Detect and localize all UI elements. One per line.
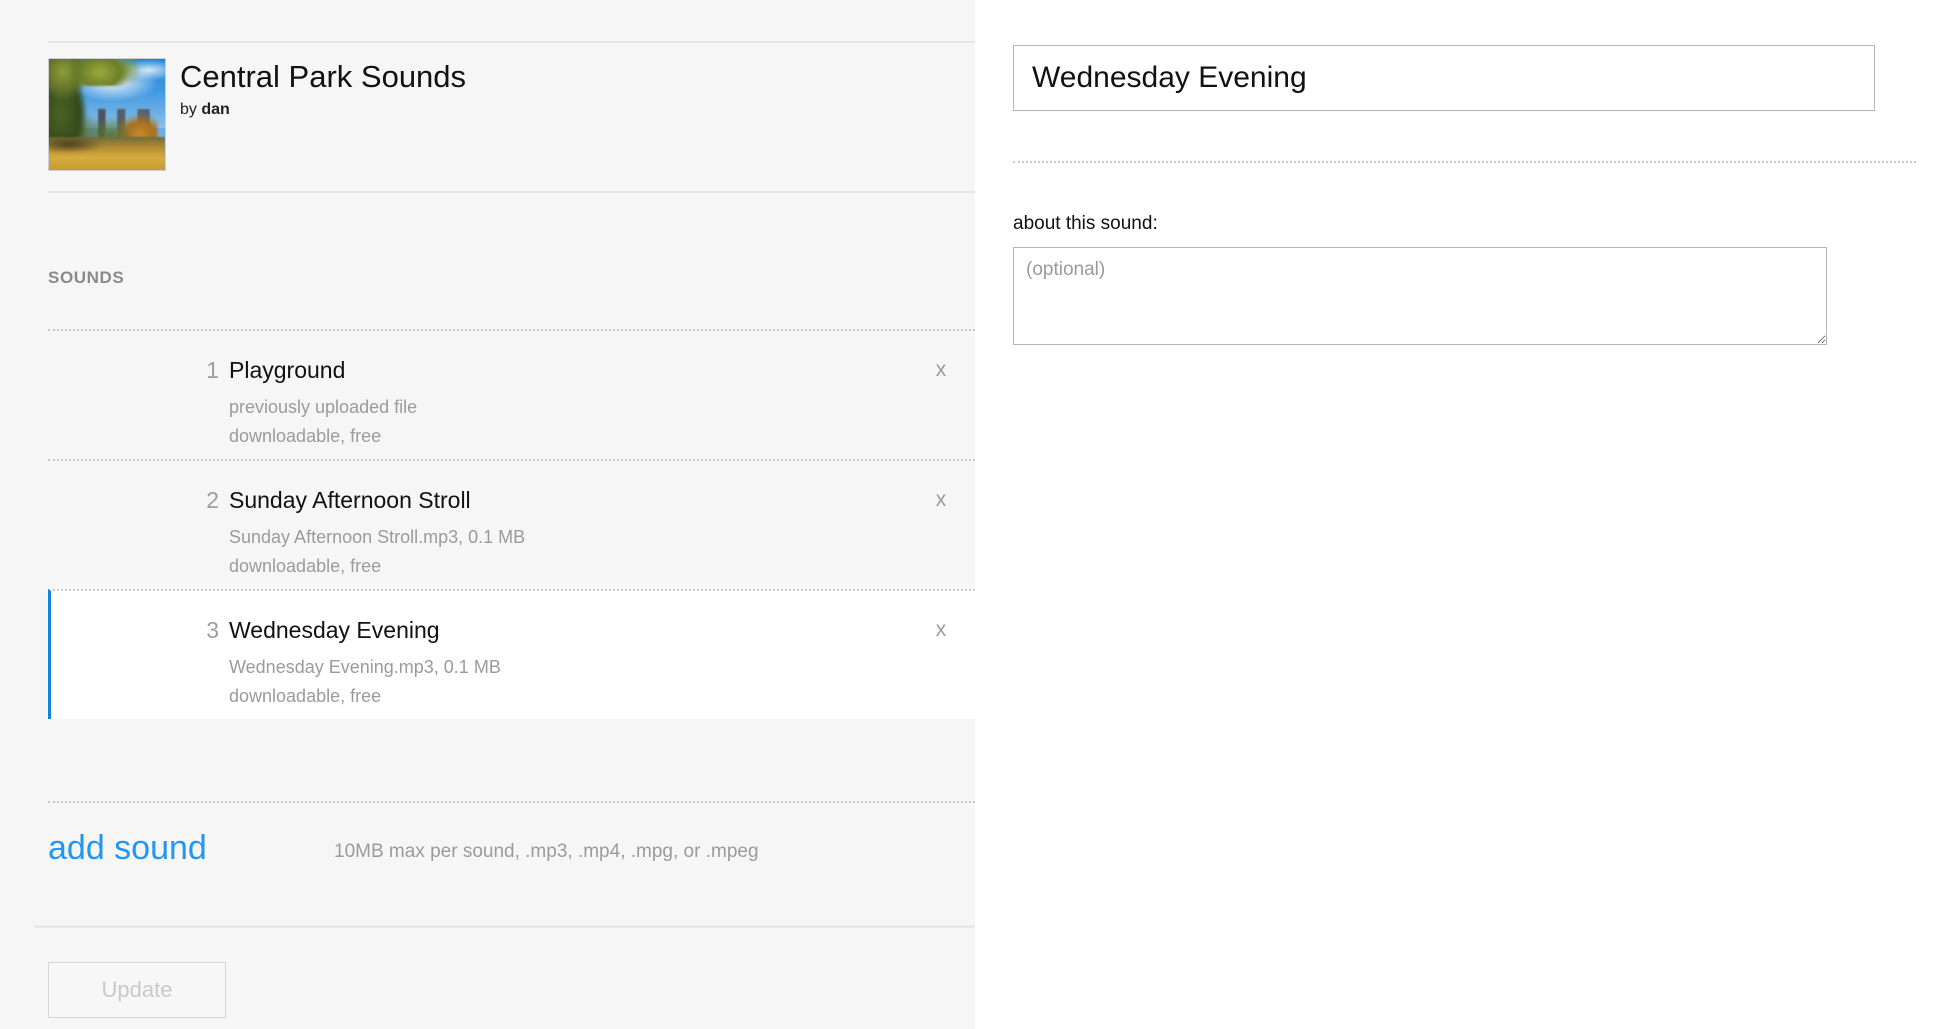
thumbnail-canopy [67, 59, 140, 86]
top-divider [48, 41, 975, 43]
sound-index: 1 [206, 357, 219, 383]
sound-index: 3 [206, 617, 219, 643]
sound-list-item-selected[interactable]: 3 Wednesday Evening Wednesday Evening.mp… [48, 589, 975, 719]
sound-list-item[interactable]: 2 Sunday Afternoon Stroll Sunday Afterno… [48, 459, 975, 589]
remove-sound-button[interactable]: x [928, 357, 954, 383]
sound-set-editor: Central Park Sounds by dan SOUNDS 1 Play… [0, 0, 1950, 1029]
about-sound-label: about this sound: [1013, 213, 1158, 234]
sound-title-input[interactable] [1013, 45, 1875, 111]
add-sound-hint: 10MB max per sound, .mp3, .mp4, .mpg, or… [334, 841, 759, 862]
set-title: Central Park Sounds [180, 59, 467, 94]
remove-sound-button[interactable]: x [928, 617, 954, 643]
sound-list-item[interactable]: 1 Playground previously uploaded file dow… [48, 329, 975, 459]
sound-meta: Wednesday Evening.mp3, 0.1 MB downloadabl… [229, 653, 501, 711]
sound-set-left-panel: Central Park Sounds by dan SOUNDS 1 Play… [0, 0, 975, 1029]
sounds-section-label: SOUNDS [48, 268, 125, 287]
sound-file-info: previously uploaded file [229, 397, 418, 417]
byline-prefix: by [180, 101, 197, 118]
sound-meta: previously uploaded file downloadable, fr… [229, 393, 417, 451]
add-sound-bar: add sound 10MB max per sound, .mp3, .mp4… [48, 801, 975, 897]
remove-sound-button[interactable]: x [928, 487, 954, 513]
sound-detail-panel: about this sound: [975, 0, 1950, 1029]
sound-meta: Sunday Afternoon Stroll.mp3, 0.1 MB downl… [229, 523, 525, 581]
sound-file-info: Wednesday Evening.mp3, 0.1 MB [229, 657, 501, 677]
byline-author: dan [201, 101, 230, 118]
sound-file-info: Sunday Afternoon Stroll.mp3, 0.1 MB [229, 527, 526, 547]
sound-index: 2 [206, 487, 219, 513]
sound-availability: downloadable, free [229, 556, 382, 576]
sound-title: Playground [229, 357, 346, 383]
header-divider [48, 191, 975, 193]
about-sound-textarea[interactable] [1013, 247, 1827, 345]
thumbnail-ground-shadow [49, 134, 114, 155]
update-button[interactable]: Update [48, 962, 226, 1018]
sound-availability: downloadable, free [229, 686, 382, 706]
sound-title: Sunday Afternoon Stroll [229, 487, 471, 513]
bottom-divider [34, 925, 975, 928]
sound-list: 1 Playground previously uploaded file dow… [48, 329, 975, 719]
set-byline: by dan [180, 100, 230, 120]
sound-availability: downloadable, free [229, 426, 382, 446]
detail-divider [1013, 161, 1916, 163]
add-sound-button[interactable]: add sound [48, 827, 207, 869]
sound-title: Wednesday Evening [229, 617, 440, 643]
set-thumbnail[interactable] [48, 58, 166, 171]
set-header: Central Park Sounds by dan [48, 58, 975, 182]
